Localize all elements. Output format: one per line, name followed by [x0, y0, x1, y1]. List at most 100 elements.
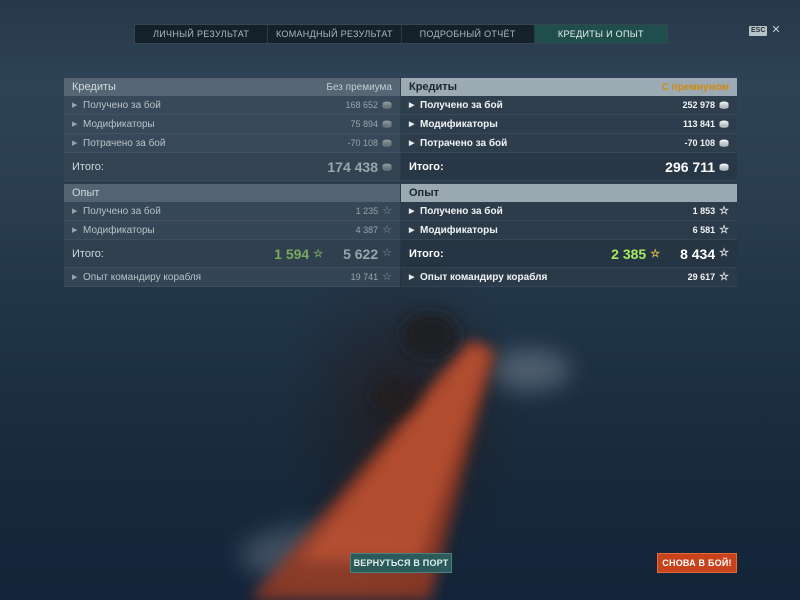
credit-coin-icon [382, 139, 392, 147]
star-icon: ☆ [313, 248, 324, 261]
triangle-right-icon: ▶ [409, 121, 415, 128]
credit-coin-icon [719, 163, 729, 171]
xp-modifiers-row[interactable]: ▶ Модификаторы 4 387 ☆ [64, 221, 400, 240]
with-premium-label: С премиумом [661, 81, 729, 93]
xp-header: Опыт [401, 184, 737, 202]
xp-total-row: Итого: 1 594 ☆ 5 622 ☆ [64, 240, 400, 268]
row-label: Получено за бой [83, 99, 161, 111]
xp-earned-row[interactable]: ▶ Получено за бой 1 235 ☆ [64, 202, 400, 221]
tab-detailed-report[interactable]: ПОДРОБНЫЙ ОТЧЁТ [402, 25, 535, 43]
triangle-right-icon: ▶ [72, 227, 78, 234]
xp-title: Опыт [72, 187, 100, 199]
row-value: 29 617 [687, 272, 716, 282]
tab-credits-and-xp[interactable]: КРЕДИТЫ И ОПЫТ [534, 25, 667, 43]
row-label: Опыт командиру корабля [420, 271, 548, 283]
star-icon: ☆ [719, 223, 729, 236]
row-value: 168 652 [345, 100, 378, 110]
xp-total-row: Итого: 2 385 ☆ 8 434 ☆ [401, 240, 737, 268]
credits-total-value: 296 711 [665, 158, 715, 175]
tab-team-result[interactable]: КОМАНДНЫЙ РЕЗУЛЬТАТ [268, 25, 402, 43]
star-icon: ☆ [650, 248, 661, 261]
triangle-right-icon: ▶ [409, 227, 415, 234]
row-label: Получено за бой [420, 205, 503, 217]
row-label: Модификаторы [420, 118, 498, 130]
star-icon: ☆ [382, 204, 392, 217]
triangle-right-icon: ▶ [72, 274, 78, 281]
xp-title: Опыт [409, 187, 439, 199]
xp-header: Опыт [64, 184, 400, 202]
credit-coin-icon [382, 101, 392, 109]
triangle-right-icon: ▶ [409, 140, 415, 147]
row-label: Модификаторы [420, 224, 498, 236]
return-to-port-button[interactable]: ВЕРНУТЬСЯ В ПОРТ [350, 553, 452, 573]
triangle-right-icon: ▶ [409, 274, 415, 281]
base-xp-number: 2 385 [611, 245, 647, 262]
credits-modifiers-row[interactable]: ▶ Модификаторы 113 841 [401, 115, 737, 134]
triangle-right-icon: ▶ [72, 121, 78, 128]
row-label: Опыт командиру корабля [83, 271, 202, 283]
row-value: 1 235 [355, 206, 379, 216]
credit-coin-icon [382, 163, 392, 171]
triangle-right-icon: ▶ [409, 102, 415, 109]
row-value: 113 841 [682, 119, 715, 129]
battle-again-button[interactable]: СНОВА В БОЙ! [657, 553, 737, 573]
esc-close-button[interactable]: ESC ✕ [749, 25, 781, 36]
star-icon: ☆ [382, 270, 392, 283]
total-label: Итого: [409, 247, 444, 260]
row-value: -70 108 [684, 138, 715, 148]
premium-results-panel: Кредиты С премиумом ▶ Получено за бой 25… [401, 78, 737, 287]
star-icon: ☆ [719, 247, 729, 259]
credit-coin-icon [719, 139, 729, 147]
row-label: Модификаторы [83, 224, 155, 236]
base-xp-value: 1 594 ☆ [274, 246, 323, 262]
commander-xp-row[interactable]: ▶ Опыт командиру корабля 29 617 ☆ [401, 268, 737, 287]
row-value: 252 978 [682, 100, 715, 110]
triangle-right-icon: ▶ [72, 102, 78, 109]
credits-title: Кредиты [409, 81, 458, 93]
credits-total-row: Итого: 174 438 [64, 153, 400, 181]
row-label: Потрачено за бой [420, 137, 508, 149]
tab-personal-result[interactable]: ЛИЧНЫЙ РЕЗУЛЬТАТ [135, 25, 269, 43]
base-xp-number: 1 594 [274, 245, 310, 262]
credits-modifiers-row[interactable]: ▶ Модификаторы 75 894 [64, 115, 400, 134]
esc-key-badge: ESC [749, 25, 768, 36]
row-value: 1 853 [692, 206, 716, 216]
credits-spent-row[interactable]: ▶ Потрачено за бой -70 108 [401, 134, 737, 153]
row-value: 75 894 [350, 119, 378, 129]
xp-total-value: 8 434 [680, 245, 716, 262]
credits-total-row: Итого: 296 711 [401, 153, 737, 181]
star-icon: ☆ [719, 270, 729, 283]
standard-results-panel: Кредиты Без премиума ▶ Получено за бой 1… [64, 78, 400, 287]
credits-header: Кредиты С премиумом [401, 78, 737, 96]
row-value: 19 741 [350, 272, 379, 282]
credit-coin-icon [719, 120, 729, 128]
row-label: Получено за бой [83, 205, 161, 217]
commander-xp-row[interactable]: ▶ Опыт командиру корабля 19 741 ☆ [64, 268, 400, 287]
row-value: 4 387 [355, 225, 379, 235]
no-premium-label: Без премиума [326, 81, 392, 93]
star-icon: ☆ [382, 223, 392, 236]
credit-coin-icon [719, 101, 729, 109]
triangle-right-icon: ▶ [72, 208, 78, 215]
result-tabs: ЛИЧНЫЙ РЕЗУЛЬТАТ КОМАНДНЫЙ РЕЗУЛЬТАТ ПОД… [134, 24, 668, 44]
close-icon[interactable]: ✕ [771, 25, 780, 36]
row-label: Получено за бой [420, 99, 503, 111]
xp-modifiers-row[interactable]: ▶ Модификаторы 6 581 ☆ [401, 221, 737, 240]
star-icon: ☆ [719, 204, 729, 217]
row-label: Потрачено за бой [83, 137, 166, 149]
xp-earned-row[interactable]: ▶ Получено за бой 1 853 ☆ [401, 202, 737, 221]
triangle-right-icon: ▶ [72, 140, 78, 147]
xp-total-value: 5 622 [343, 245, 379, 262]
base-xp-value: 2 385 ☆ [611, 246, 660, 262]
credits-total-value: 174 438 [327, 158, 378, 175]
triangle-right-icon: ▶ [409, 208, 415, 215]
credits-title: Кредиты [72, 81, 116, 93]
credits-earned-row[interactable]: ▶ Получено за бой 252 978 [401, 96, 737, 115]
total-label: Итого: [409, 160, 444, 173]
total-label: Итого: [72, 160, 104, 173]
credits-earned-row[interactable]: ▶ Получено за бой 168 652 [64, 96, 400, 115]
row-value: 6 581 [692, 225, 716, 235]
total-label: Итого: [72, 247, 104, 260]
credits-spent-row[interactable]: ▶ Потрачено за бой -70 108 [64, 134, 400, 153]
credit-coin-icon [382, 120, 392, 128]
